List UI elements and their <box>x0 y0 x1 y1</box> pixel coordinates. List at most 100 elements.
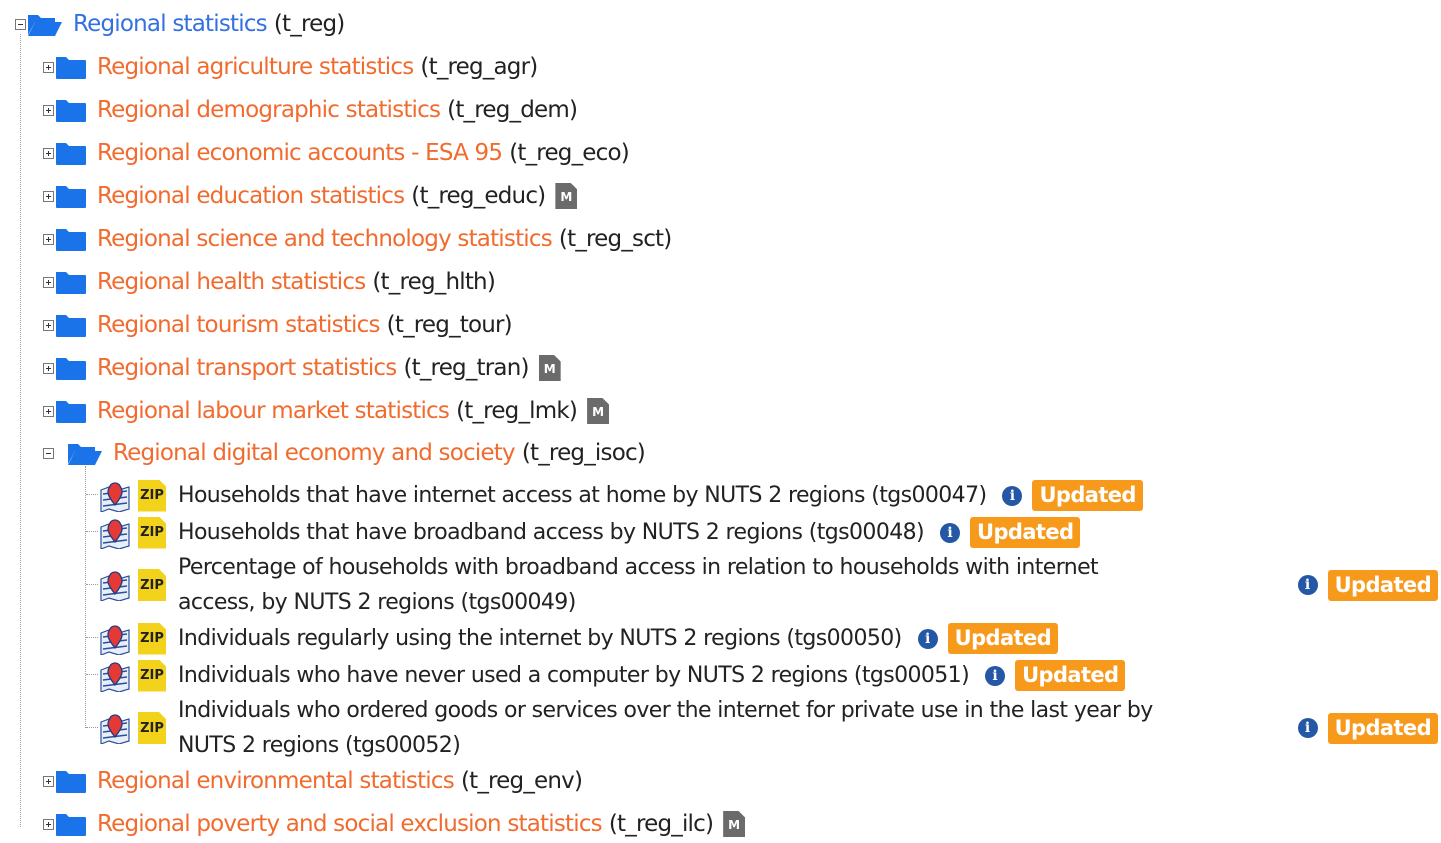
info-icon[interactable]: i <box>985 665 1006 686</box>
expand-toggle[interactable] <box>43 233 54 245</box>
folder-open-icon <box>28 15 62 36</box>
dataset-title-line: Individuals who ordered goods or service… <box>178 698 1153 723</box>
folder-code: (t_reg_ilc) <box>608 811 714 837</box>
collapse-toggle[interactable] <box>43 447 54 459</box>
map-marker-icon <box>100 481 130 512</box>
info-icon[interactable]: i <box>1002 485 1023 506</box>
folder-row: Regional poverty and social exclusion st… <box>43 811 746 837</box>
dataset-title[interactable]: Households that have broadband access by… <box>178 515 925 550</box>
map-marker-icon <box>100 624 130 655</box>
folder-link[interactable]: Regional health statistics <box>97 269 366 295</box>
expand-toggle[interactable] <box>43 276 54 288</box>
folder-row: Regional environmental statistics (t_reg_… <box>43 768 583 794</box>
zip-icon-label: ZIP <box>140 668 164 683</box>
tree-connector <box>86 584 98 585</box>
expand-toggle[interactable] <box>43 818 54 830</box>
folder-icon <box>56 100 86 122</box>
folder-icon <box>56 229 86 251</box>
folder-link[interactable]: Regional education statistics <box>97 183 405 209</box>
folder-row: Regional agriculture statistics (t_reg_ag… <box>43 54 538 80</box>
folder-link[interactable]: Regional transport statistics <box>97 355 397 381</box>
tree-line-open-folder <box>85 466 86 728</box>
folder-icon <box>56 272 86 294</box>
metadata-icon[interactable]: M <box>723 811 746 837</box>
updated-badge: Updated <box>970 517 1081 548</box>
expand-toggle[interactable] <box>43 405 54 417</box>
expand-toggle[interactable] <box>43 362 54 374</box>
zip-icon[interactable]: ZIP <box>138 516 166 549</box>
folder-link[interactable]: Regional demographic statistics <box>97 97 441 123</box>
folder-link[interactable]: Regional agriculture statistics <box>97 54 414 80</box>
updated-badge: Updated <box>1327 712 1438 744</box>
dataset-title[interactable]: Individuals who have never used a comput… <box>178 658 970 693</box>
map-marker-icon <box>100 714 130 744</box>
expand-toggle[interactable] <box>43 775 54 787</box>
expand-toggle[interactable] <box>43 147 54 159</box>
expand-toggle[interactable] <box>43 104 54 116</box>
folder-code: (t_reg_env) <box>460 768 583 794</box>
tree-connector <box>86 727 98 728</box>
folder-link[interactable]: Regional environmental statistics <box>97 768 455 794</box>
folder-link[interactable]: Regional science and technology statisti… <box>97 226 553 252</box>
folder-icon <box>56 315 86 337</box>
tree-connector <box>86 674 98 675</box>
zip-icon-label: ZIP <box>140 631 164 646</box>
folder-code: (t_reg_agr) <box>420 54 538 80</box>
zip-icon[interactable]: ZIP <box>138 622 166 655</box>
dataset-title[interactable]: Percentage of households with broadband … <box>178 550 1280 620</box>
tree-connector <box>86 531 98 532</box>
dataset-title-line: access, by NUTS 2 regions (tgs00049) <box>178 590 576 615</box>
folder-link[interactable]: Regional poverty and social exclusion st… <box>97 811 603 837</box>
info-icon[interactable]: i <box>1297 575 1318 595</box>
map-marker-icon <box>100 518 130 549</box>
folder-open-icon <box>68 444 102 465</box>
dataset-title[interactable]: Households that have internet access at … <box>178 478 987 513</box>
folder-code: (t_reg_eco) <box>509 140 630 166</box>
info-icon[interactable]: i <box>1297 718 1318 738</box>
folder-code: (t_reg_dem) <box>447 97 578 123</box>
zip-icon[interactable]: ZIP <box>138 659 166 692</box>
metadata-icon-label: M <box>543 362 556 376</box>
zip-icon[interactable]: ZIP <box>138 479 166 512</box>
zip-icon[interactable]: ZIP <box>138 569 166 601</box>
dataset-title[interactable]: Individuals regularly using the internet… <box>178 621 902 656</box>
dataset-title[interactable]: Individuals who ordered goods or service… <box>178 693 1280 763</box>
folder-code: (t_reg_isoc) <box>521 440 646 466</box>
metadata-icon-label: M <box>592 405 605 419</box>
zip-icon-label: ZIP <box>140 720 164 736</box>
zip-icon[interactable]: ZIP <box>138 712 166 744</box>
folder-link[interactable]: Regional tourism statistics <box>97 312 380 338</box>
folder-link[interactable]: Regional economic accounts - ESA 95 <box>97 140 503 166</box>
metadata-icon[interactable]: M <box>587 398 610 424</box>
tree-connector <box>86 637 98 638</box>
folder-row: Regional health statistics (t_reg_hlth) <box>43 269 496 295</box>
folder-row: Regional economic accounts - ESA 95 (t_re… <box>43 140 630 166</box>
map-marker-icon <box>100 571 130 601</box>
folder-link[interactable]: Regional labour market statistics <box>97 398 450 424</box>
folder-row-open: Regional digital economy and society (t_… <box>43 440 646 466</box>
root-folder-link[interactable]: Regional statistics <box>73 11 268 37</box>
dataset-title-line: NUTS 2 regions (tgs00052) <box>178 733 461 758</box>
tree-line-root <box>20 34 21 827</box>
folder-row: Regional labour market statistics (t_reg_… <box>43 398 610 424</box>
expand-toggle[interactable] <box>43 319 54 331</box>
updated-badge: Updated <box>947 623 1059 654</box>
dataset-title-line: Percentage of households with broadband … <box>178 555 1099 580</box>
folder-icon <box>56 186 86 208</box>
expand-toggle[interactable] <box>43 61 54 73</box>
info-icon[interactable]: i <box>940 522 960 543</box>
collapse-toggle[interactable] <box>15 18 26 30</box>
folder-icon <box>56 814 86 836</box>
metadata-icon-label: M <box>728 818 741 832</box>
updated-badge: Updated <box>1032 480 1143 511</box>
info-icon[interactable]: i <box>917 628 938 649</box>
folder-link[interactable]: Regional digital economy and society <box>113 440 516 466</box>
zip-icon-label: ZIP <box>140 577 164 593</box>
metadata-icon[interactable]: M <box>555 183 578 209</box>
expand-toggle[interactable] <box>43 190 54 202</box>
dataset-row: ZIP Individuals who ordered goods or serv… <box>98 693 1438 763</box>
folder-row: Regional education statistics (t_reg_educ… <box>43 183 578 209</box>
tree-connector <box>86 494 98 495</box>
updated-badge: Updated <box>1327 569 1438 601</box>
metadata-icon[interactable]: M <box>538 355 561 381</box>
